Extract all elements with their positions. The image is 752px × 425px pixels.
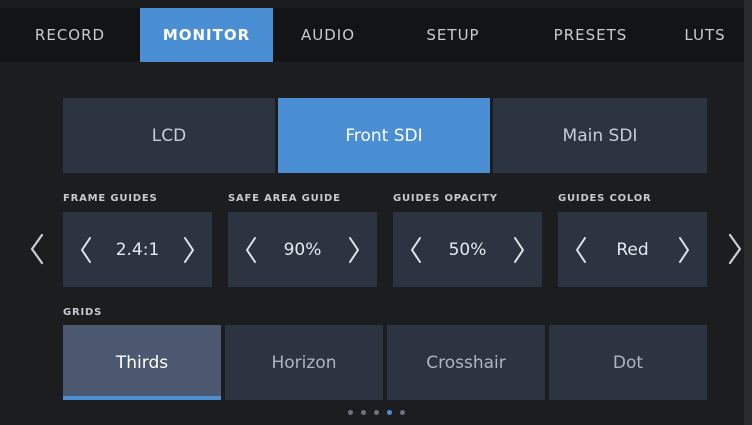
guides-opacity-label: GUIDES OPACITY xyxy=(393,193,498,204)
output-selector: LCD Front SDI Main SDI xyxy=(63,98,707,173)
page-dot[interactable] xyxy=(373,410,379,415)
guides-opacity-value: 50% xyxy=(448,239,487,260)
chevron-right-icon[interactable] xyxy=(180,235,198,265)
monitor-screen: RECORD MONITOR AUDIO SETUP PRESETS LUTS … xyxy=(0,0,752,425)
page-dot-active[interactable] xyxy=(386,410,392,415)
page-dot[interactable] xyxy=(347,410,353,415)
tab-setup[interactable]: SETUP xyxy=(383,8,523,62)
safe-area-guide-value: 90% xyxy=(283,239,322,260)
chevron-right-icon[interactable] xyxy=(675,235,693,265)
top-strip xyxy=(0,0,752,8)
page-dot[interactable] xyxy=(360,410,366,415)
chevron-left-icon[interactable] xyxy=(77,235,95,265)
screen-edge xyxy=(744,0,752,425)
chevron-left-icon[interactable] xyxy=(242,235,260,265)
guides-color-stepper: Red xyxy=(558,212,707,287)
chevron-left-icon[interactable] xyxy=(572,235,590,265)
output-front-sdi-button[interactable]: Front SDI xyxy=(278,98,490,173)
tab-presets[interactable]: PRESETS xyxy=(523,8,658,62)
page-indicator xyxy=(0,410,752,418)
chevron-left-icon[interactable] xyxy=(28,232,46,266)
grid-crosshair-button[interactable]: Crosshair xyxy=(387,325,545,400)
output-lcd-button[interactable]: LCD xyxy=(63,98,275,173)
guides-color-label: GUIDES COLOR xyxy=(558,193,652,204)
tab-bar: RECORD MONITOR AUDIO SETUP PRESETS LUTS xyxy=(0,8,752,62)
output-main-sdi-button[interactable]: Main SDI xyxy=(493,98,707,173)
chevron-right-icon[interactable] xyxy=(345,235,363,265)
guides-opacity-stepper: 50% xyxy=(393,212,542,287)
grid-horizon-button[interactable]: Horizon xyxy=(225,325,383,400)
tab-luts[interactable]: LUTS xyxy=(658,8,752,62)
guides-color-value: Red xyxy=(616,239,649,260)
chevron-right-icon[interactable] xyxy=(510,235,528,265)
frame-guides-label: FRAME GUIDES xyxy=(63,193,158,204)
frame-guides-stepper: 2.4:1 xyxy=(63,212,212,287)
safe-area-guide-label: SAFE AREA GUIDE xyxy=(228,193,341,204)
chevron-left-icon[interactable] xyxy=(407,235,425,265)
frame-guides-value: 2.4:1 xyxy=(115,239,160,260)
tab-audio[interactable]: AUDIO xyxy=(273,8,383,62)
tab-monitor[interactable]: MONITOR xyxy=(140,8,273,62)
grids-selector: Thirds Horizon Crosshair Dot xyxy=(63,325,707,400)
page-dot[interactable] xyxy=(399,410,405,415)
tab-record[interactable]: RECORD xyxy=(0,8,140,62)
safe-area-guide-stepper: 90% xyxy=(228,212,377,287)
chevron-right-icon[interactable] xyxy=(726,232,744,266)
grids-label: GRIDS xyxy=(63,307,103,318)
grid-thirds-button[interactable]: Thirds xyxy=(63,325,221,400)
grid-dot-button[interactable]: Dot xyxy=(549,325,707,400)
